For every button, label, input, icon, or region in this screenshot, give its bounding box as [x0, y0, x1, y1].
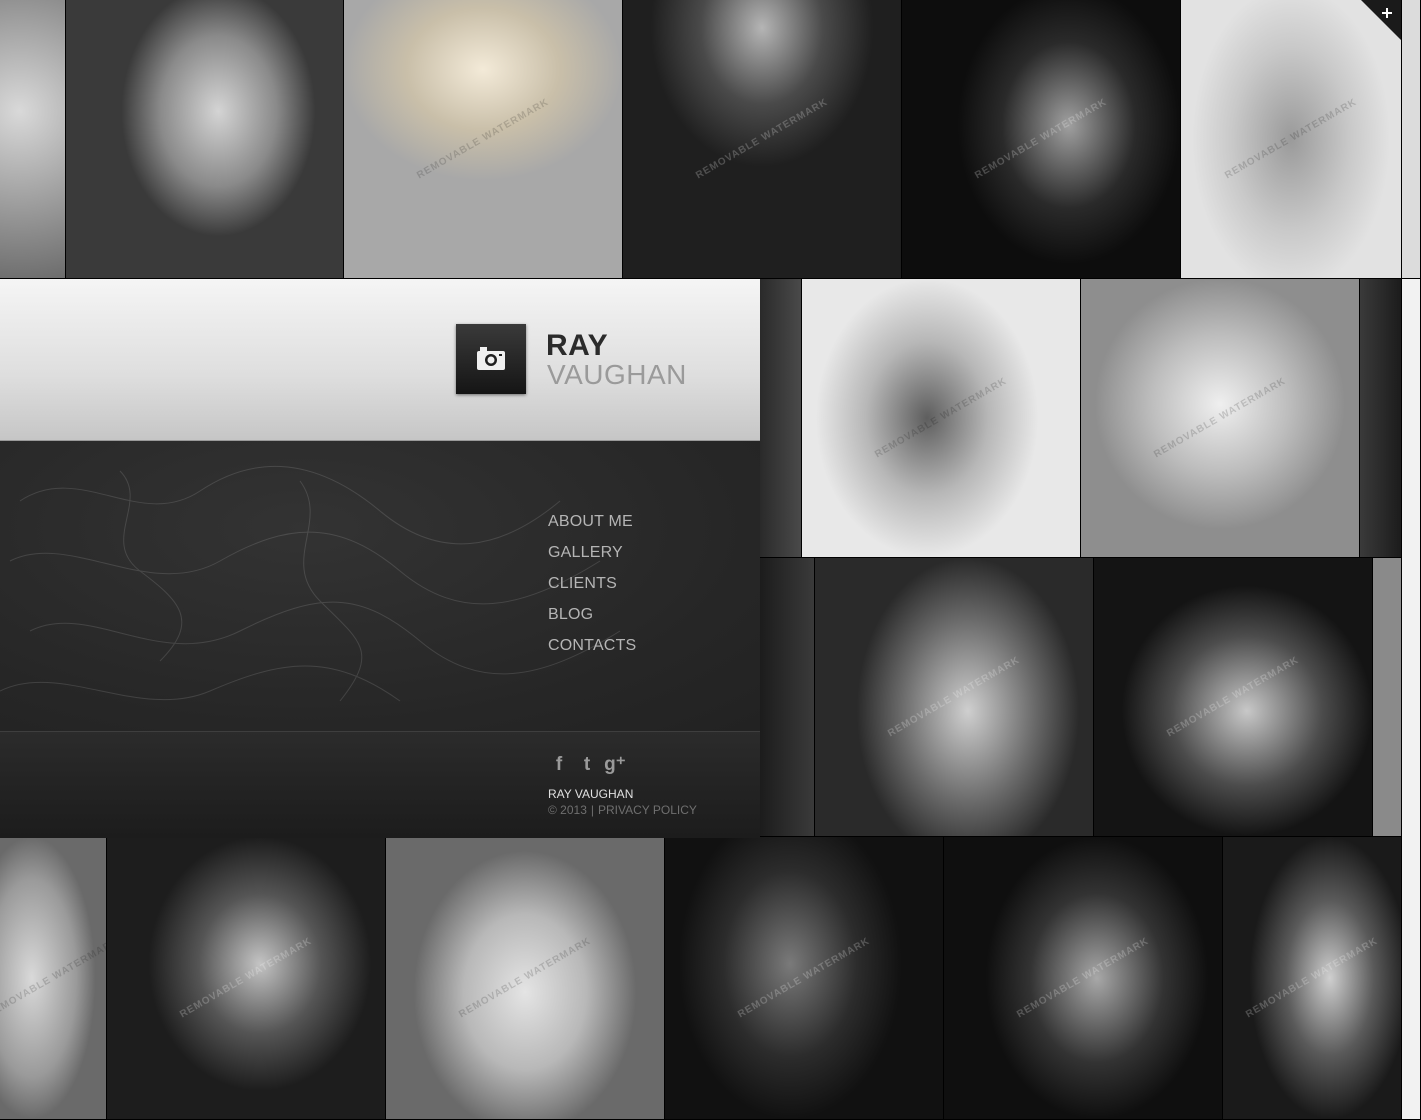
- footer-copyright: © 2013 | PRIVACY POLICY: [548, 803, 697, 817]
- gallery-photo-10[interactable]: [760, 558, 815, 837]
- gallery-photo-12[interactable]: REMOVABLE WATERMARK: [1094, 558, 1373, 837]
- nav-blog[interactable]: BLOG: [548, 606, 593, 623]
- camera-icon: [477, 347, 505, 370]
- copyright-year: © 2013: [548, 803, 587, 817]
- social-links: f t g⁺: [548, 754, 632, 778]
- google-plus-icon[interactable]: g⁺: [604, 754, 626, 776]
- gallery-photo-1[interactable]: [0, 0, 66, 279]
- gallery-photo-6[interactable]: REMOVABLE WATERMARK: [1181, 0, 1402, 279]
- gallery-photo-5[interactable]: REMOVABLE WATERMARK: [902, 0, 1181, 279]
- footer-separator: |: [590, 803, 594, 817]
- navigation-panel: ABOUT ME GALLERY CLIENTS BLOG CONTACTS: [0, 441, 760, 731]
- privacy-policy-link[interactable]: PRIVACY POLICY: [598, 803, 697, 817]
- brand-last-name: VAUGHAN: [547, 359, 687, 390]
- gallery-photo-18[interactable]: REMOVABLE WATERMARK: [1223, 837, 1402, 1120]
- gallery-photo-2[interactable]: [66, 0, 344, 279]
- gallery-photo-4[interactable]: REMOVABLE WATERMARK: [623, 0, 902, 279]
- site-footer: f t g⁺ RAY VAUGHAN © 2013 | PRIVACY POLICY: [0, 731, 760, 838]
- nav-about-me[interactable]: ABOUT ME: [548, 513, 633, 530]
- brand-first-name: RAY: [546, 329, 609, 362]
- gallery-photo-edge-2[interactable]: [1360, 279, 1402, 558]
- gallery-photo-14[interactable]: REMOVABLE WATERMARK: [107, 837, 386, 1120]
- plus-icon: [1361, 0, 1401, 40]
- gallery-photo-17[interactable]: REMOVABLE WATERMARK: [944, 837, 1223, 1120]
- footer-brand: RAY VAUGHAN: [548, 787, 634, 801]
- expand-button[interactable]: [1361, 0, 1401, 40]
- gallery-photo-edge-3[interactable]: [1373, 558, 1402, 837]
- gallery-photo-edge-1[interactable]: [1402, 0, 1421, 279]
- contour-pattern: [0, 465, 621, 702]
- gallery-photo-8[interactable]: REMOVABLE WATERMARK: [802, 279, 1081, 558]
- twitter-icon[interactable]: t: [576, 754, 598, 776]
- gallery-photo-13[interactable]: REMOVABLE WATERMARK: [0, 837, 107, 1120]
- main-nav: ABOUT ME GALLERY CLIENTS BLOG CONTACTS: [548, 513, 636, 668]
- facebook-icon[interactable]: f: [548, 754, 570, 776]
- site-header: RAY VAUGHAN: [0, 279, 760, 441]
- gallery-photo-edge-4[interactable]: [1402, 279, 1421, 1120]
- nav-contacts[interactable]: CONTACTS: [548, 637, 636, 654]
- gallery-photo-11[interactable]: REMOVABLE WATERMARK: [815, 558, 1094, 837]
- gallery-photo-3[interactable]: REMOVABLE WATERMARK: [344, 0, 623, 279]
- gallery-photo-7[interactable]: [760, 279, 802, 558]
- gallery-photo-16[interactable]: REMOVABLE WATERMARK: [665, 837, 944, 1120]
- nav-gallery[interactable]: GALLERY: [548, 544, 623, 561]
- logo[interactable]: [456, 324, 526, 394]
- gallery-photo-15[interactable]: REMOVABLE WATERMARK: [386, 837, 665, 1120]
- gallery-photo-9[interactable]: REMOVABLE WATERMARK: [1081, 279, 1360, 558]
- nav-clients[interactable]: CLIENTS: [548, 575, 617, 592]
